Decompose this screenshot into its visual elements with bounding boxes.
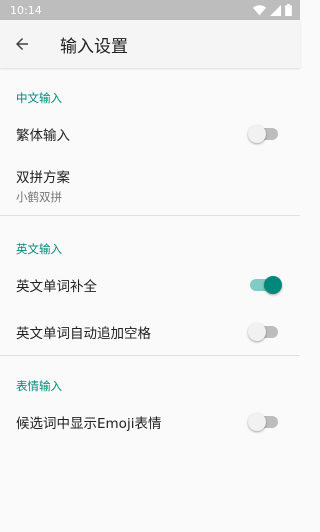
pref-title: 候选词中显示Emoji表情 [16,416,162,432]
page-title: 输入设置 [60,36,128,57]
completion-toggle[interactable] [250,275,282,295]
status-icons [253,4,292,16]
auto-space-toggle[interactable] [248,322,280,342]
pref-title: 英文单词补全 [16,279,97,295]
status-bar: 10:14 [0,0,300,20]
pref-summary: 小鹤双拼 [16,189,62,204]
pref-show-emoji[interactable]: 候选词中显示Emoji表情 [0,398,300,446]
arrow-back-icon [16,38,28,50]
app-bar: 输入设置 [0,20,300,68]
divider [0,355,300,356]
divider [0,215,300,216]
section-header-emoji: 表情输入 [16,379,62,393]
pref-title: 繁体输入 [16,128,70,144]
section-header-chinese: 中文输入 [16,91,62,105]
pref-title: 双拼方案 [16,169,70,186]
pref-double-pinyin[interactable]: 双拼方案 小鹤双拼 [0,158,300,212]
pref-title: 英文单词自动追加空格 [16,326,151,342]
show-emoji-toggle[interactable] [248,412,280,432]
wifi-icon [253,4,266,15]
traditional-toggle[interactable] [248,124,280,144]
section-header-english: 英文输入 [16,242,62,256]
pref-auto-space[interactable]: 英文单词自动追加空格 [0,309,300,355]
pref-english-completion[interactable]: 英文单词补全 [0,261,300,309]
status-time: 10:14 [10,3,42,17]
signal-icon [270,4,281,16]
pref-traditional-input[interactable]: 繁体输入 [0,110,300,158]
back-button[interactable] [0,22,44,66]
battery-icon [285,4,292,16]
